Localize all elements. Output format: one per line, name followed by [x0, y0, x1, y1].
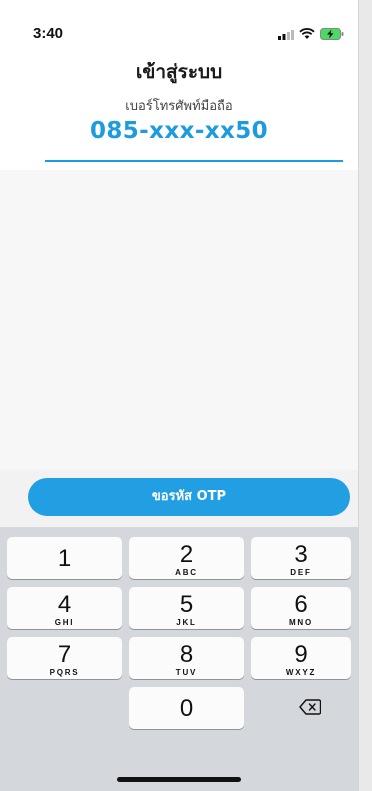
signal-icon [278, 25, 294, 44]
key-letters: GHI [54, 618, 75, 627]
numeric-keypad: 1 2 ABC 3 DEF 4 GHI 5 JKL 6 MNO 7 PQRS 8… [0, 527, 358, 791]
key-7[interactable]: 7 PQRS [7, 637, 122, 679]
key-digit: 8 [179, 641, 194, 668]
home-indicator[interactable] [117, 777, 241, 782]
key-letters: JKL [176, 618, 197, 627]
key-letters: TUV [175, 668, 198, 677]
wifi-icon [299, 25, 315, 44]
key-6[interactable]: 6 MNO [251, 587, 351, 629]
phone-number-display: 085-xxx-xx50 [89, 118, 269, 144]
backspace-key[interactable] [251, 687, 351, 729]
key-letters: MNO [288, 618, 314, 627]
key-digit: 1 [57, 545, 72, 572]
key-4[interactable]: 4 GHI [7, 587, 122, 629]
key-5[interactable]: 5 JKL [129, 587, 244, 629]
phone-underline [45, 160, 343, 162]
key-digit: 7 [57, 641, 72, 668]
key-letters: DEF [290, 568, 312, 577]
status-time: 3:40 [33, 25, 64, 42]
backspace-icon [299, 699, 321, 715]
content-area [0, 170, 358, 470]
status-icons [278, 25, 344, 44]
page-title: เข้าสู่ระบบ [135, 61, 223, 83]
key-letters: PQRS [49, 668, 80, 677]
key-letters: WXYZ [285, 668, 317, 677]
key-letters: ABC [175, 568, 198, 577]
request-otp-button[interactable]: ขอรหัส OTP [28, 478, 350, 516]
key-8[interactable]: 8 TUV [129, 637, 244, 679]
key-9[interactable]: 9 WXYZ [251, 637, 351, 679]
key-digit: 3 [294, 541, 308, 568]
key-digit: 5 [179, 591, 194, 618]
key-digit: 2 [179, 541, 194, 568]
key-digit: 4 [57, 591, 72, 618]
key-2[interactable]: 2 ABC [129, 537, 244, 579]
battery-charging-icon [320, 25, 344, 44]
key-digit: 6 [294, 591, 308, 618]
phone-label: เบอร์โทรศัพท์มือถือ [125, 99, 233, 114]
key-digit: 9 [294, 641, 308, 668]
login-screen: 3:40 เข้าสู่ระบบ เบอร์โทรศัพท์มือถือ 085… [0, 0, 372, 791]
key-1[interactable]: 1 [7, 537, 122, 579]
status-bar: 3:40 [0, 0, 358, 44]
key-digit: 0 [179, 695, 194, 722]
key-3[interactable]: 3 DEF [251, 537, 351, 579]
device-frame: 3:40 เข้าสู่ระบบ เบอร์โทรศัพท์มือถือ 085… [0, 0, 359, 791]
header-area: 3:40 เข้าสู่ระบบ เบอร์โทรศัพท์มือถือ 085… [0, 0, 358, 170]
key-0[interactable]: 0 [129, 687, 244, 729]
